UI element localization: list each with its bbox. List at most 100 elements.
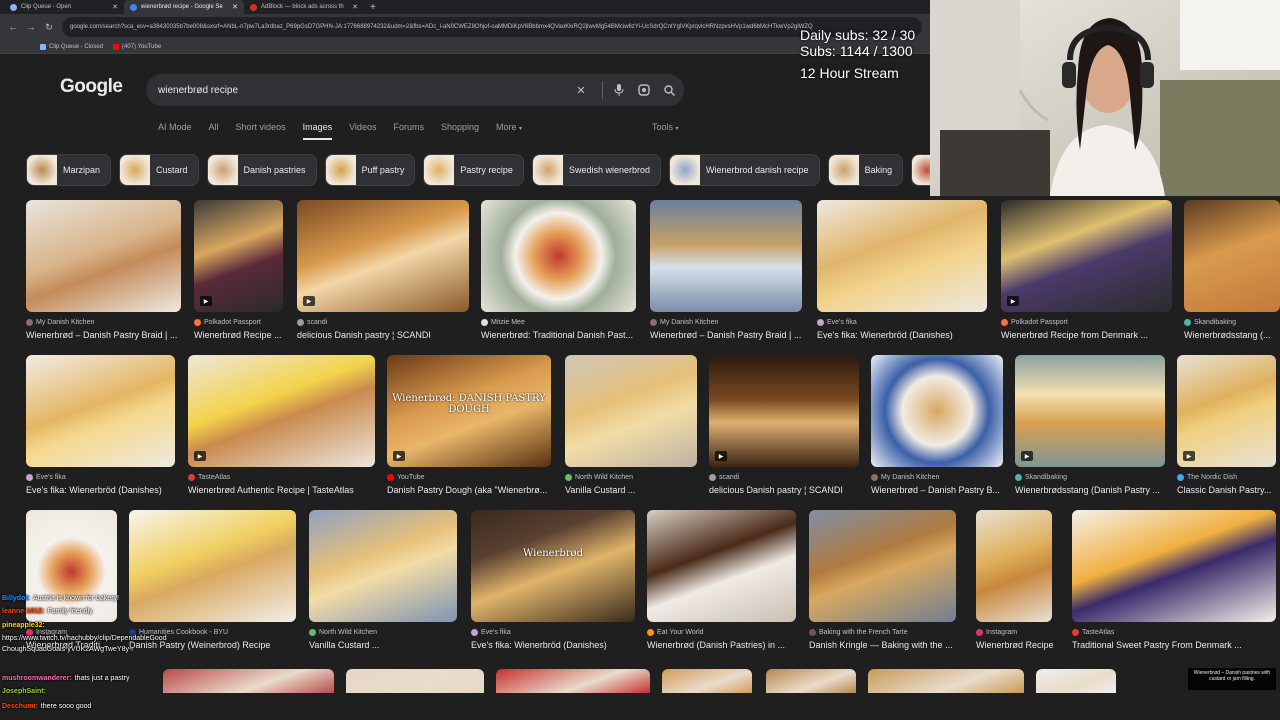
image-result[interactable]: ▶ scandi delicious Danish pastry ¦ SCANDI [297, 200, 469, 354]
image-result[interactable]: ▶ scandi delicious Danish pastry ¦ SCANDI [709, 355, 859, 509]
result-source[interactable]: Skandibaking [1015, 474, 1067, 481]
image-result[interactable]: ▶ Skandibaking Wienerbrødsstang (Danish Pa… [1015, 355, 1165, 509]
filter-more[interactable]: More ▾ [496, 122, 522, 140]
result-title[interactable]: Wienerbrød – Danish Pastry B... [871, 485, 1015, 495]
result-title[interactable]: Danish Kringle — Baking with the ... [809, 640, 968, 650]
lens-icon[interactable] [634, 80, 654, 100]
result-title[interactable]: Wienerbrødsstang (... [1184, 330, 1280, 340]
filter-short-videos[interactable]: Short videos [236, 122, 286, 140]
result-thumbnail-partial[interactable] [766, 669, 856, 693]
result-source[interactable]: Instagram [976, 629, 1017, 636]
result-thumbnail[interactable] [481, 200, 636, 312]
result-title[interactable]: Eve's fika: Wienerbröd (Danishes) [817, 330, 999, 340]
related-search-chip[interactable]: Baking [827, 154, 904, 186]
tools-button[interactable]: Tools ▾ [652, 122, 679, 132]
result-title[interactable]: Traditional Sweet Pastry From Denmark ..… [1072, 640, 1280, 650]
result-title[interactable]: Wienerbrødsstang (Danish Pastry ... [1015, 485, 1177, 495]
result-title[interactable]: Vanilla Custard ... [309, 640, 469, 650]
image-result[interactable]: Eve's fika Eve's fika: Wienerbröd (Danish… [26, 355, 175, 509]
reload-icon[interactable]: ↻ [44, 22, 54, 33]
google-logo[interactable]: Google [60, 76, 123, 98]
result-source[interactable]: North Wild Kitchen [565, 474, 633, 481]
related-search-chip[interactable]: Danish pastries [206, 154, 317, 186]
result-title[interactable]: Wienerbrød – Danish Pastry Braid | ... [26, 330, 193, 340]
result-thumbnail[interactable] [26, 355, 175, 467]
result-thumbnail[interactable]: ▶ [1177, 355, 1276, 467]
result-thumbnail[interactable] [650, 200, 802, 312]
forward-icon[interactable]: → [26, 22, 36, 32]
related-search-chip[interactable]: Pastry recipe [423, 154, 524, 186]
image-result[interactable]: Baking with the French Tarte Danish Kring… [809, 510, 956, 664]
result-source[interactable]: Eve's fika [26, 474, 66, 481]
image-result[interactable]: Mitzie Mee Wienerbrød: Traditional Danish… [481, 200, 636, 354]
result-title[interactable]: Danish Pastry Dough (aka "Wienerbrø... [387, 485, 563, 495]
image-result[interactable]: Eat Your World Wienerbrød (Danish Pastrie… [647, 510, 796, 664]
result-thumbnail[interactable] [565, 355, 697, 467]
result-thumbnail[interactable]: ▶ [297, 200, 469, 312]
result-source[interactable]: My Danish Kitchen [871, 474, 939, 481]
search-box[interactable]: wienerbrød recipe ✕ [146, 74, 684, 106]
result-thumbnail-partial[interactable] [868, 669, 1024, 693]
related-search-chip[interactable]: Swedish wienerbrod [531, 154, 661, 186]
result-source[interactable]: TasteAtlas [1072, 629, 1114, 636]
result-title[interactable]: Wienerbrød Authentic Recipe | TasteAtlas [188, 485, 387, 495]
result-thumbnail[interactable] [647, 510, 796, 622]
microphone-icon[interactable] [609, 80, 629, 100]
result-title[interactable]: delicious Danish pastry ¦ SCANDI [297, 330, 481, 340]
result-source[interactable]: Baking with the French Tarte [809, 629, 908, 636]
image-result[interactable]: My Danish Kitchen Wienerbrød – Danish Pas… [871, 355, 1003, 509]
result-title[interactable]: Wienerbrød: Traditional Danish Past... [481, 330, 648, 340]
result-thumbnail[interactable]: ▶ [1015, 355, 1165, 467]
result-thumbnail-partial[interactable] [662, 669, 752, 693]
result-thumbnail[interactable] [1184, 200, 1280, 312]
result-thumbnail[interactable] [817, 200, 987, 312]
filter-all[interactable]: All [209, 122, 219, 140]
related-search-chip[interactable]: Puff pastry [324, 154, 416, 186]
tab-adblock[interactable]: AdBlock — block ads across th ✕ [244, 0, 364, 14]
close-tab-icon[interactable]: ✕ [232, 3, 238, 11]
result-thumbnail[interactable]: ▶ [194, 200, 283, 312]
result-thumbnail-partial[interactable] [496, 669, 650, 693]
result-thumbnail[interactable]: Wienerbrød: DANISH PASTRY DOUGH ▶ [387, 355, 551, 467]
image-result[interactable]: ▶ TasteAtlas Wienerbrød Authentic Recipe |… [188, 355, 375, 509]
related-search-chip[interactable] [911, 154, 930, 186]
result-source[interactable]: Mitzie Mee [481, 319, 525, 326]
result-title[interactable]: Wienerbrød – Danish Pastry Braid | ... [650, 330, 814, 340]
image-result[interactable]: North Wild Kitchen Vanilla Custard ... [309, 510, 457, 664]
result-source[interactable]: Skandibaking [1184, 319, 1236, 326]
image-result[interactable]: My Danish Kitchen Wienerbrød – Danish Pas… [650, 200, 802, 354]
result-title[interactable]: Wienerbrød (Danish Pastries) in ... [647, 640, 808, 650]
result-title[interactable]: Eve's fika: Wienerbröd (Danishes) [471, 640, 647, 650]
image-result[interactable]: North Wild Kitchen Vanilla Custard ... [565, 355, 697, 509]
image-result[interactable]: Wienerbrød Eve's fika Eve's fika: Wienerbr… [471, 510, 635, 664]
related-search-chip[interactable]: Wienerbrod danish recipe [669, 154, 820, 186]
result-source[interactable]: Eve's fika [471, 629, 511, 636]
result-source[interactable]: scandi [709, 474, 739, 481]
search-icon[interactable] [659, 80, 679, 100]
image-result[interactable]: Wienerbrød: DANISH PASTRY DOUGH ▶ YouTube D… [387, 355, 551, 509]
close-tab-icon[interactable]: ✕ [352, 3, 358, 11]
image-result[interactable]: ▶ Polkadot Passport Wienerbrød Recipe ... [194, 200, 283, 354]
result-thumbnail[interactable] [26, 510, 117, 622]
result-thumbnail-partial[interactable] [1036, 669, 1116, 693]
filter-images[interactable]: Images [302, 122, 333, 140]
result-thumbnail[interactable] [871, 355, 1003, 467]
result-source[interactable]: North Wild Kitchen [309, 629, 377, 636]
url-field[interactable]: google.com/search?sca_esv=a38430035b7be0… [62, 17, 922, 37]
image-result[interactable]: ▶ The Nordic Dish Classic Danish Pastry... [1177, 355, 1276, 509]
result-source[interactable]: Eve's fika [817, 319, 857, 326]
result-source[interactable]: Eat Your World [647, 629, 704, 636]
related-search-chip[interactable]: Marzipan [26, 154, 112, 186]
result-thumbnail-partial[interactable] [346, 669, 484, 693]
related-search-chip[interactable]: Custard [119, 154, 199, 186]
result-title[interactable]: Wienerbrød Recipe ... [194, 330, 295, 340]
result-thumbnail[interactable] [309, 510, 457, 622]
back-icon[interactable]: ← [8, 22, 18, 32]
result-source[interactable]: Polkadot Passport [194, 319, 261, 326]
new-tab-icon[interactable]: + [364, 2, 382, 13]
image-result[interactable]: ▶ Polkadot Passport Wienerbrød Recipe from… [1001, 200, 1172, 354]
result-thumbnail[interactable]: ▶ [709, 355, 859, 467]
result-source[interactable]: scandi [297, 319, 327, 326]
search-input[interactable]: wienerbrød recipe [158, 85, 571, 96]
result-source[interactable]: TasteAtlas [188, 474, 230, 481]
